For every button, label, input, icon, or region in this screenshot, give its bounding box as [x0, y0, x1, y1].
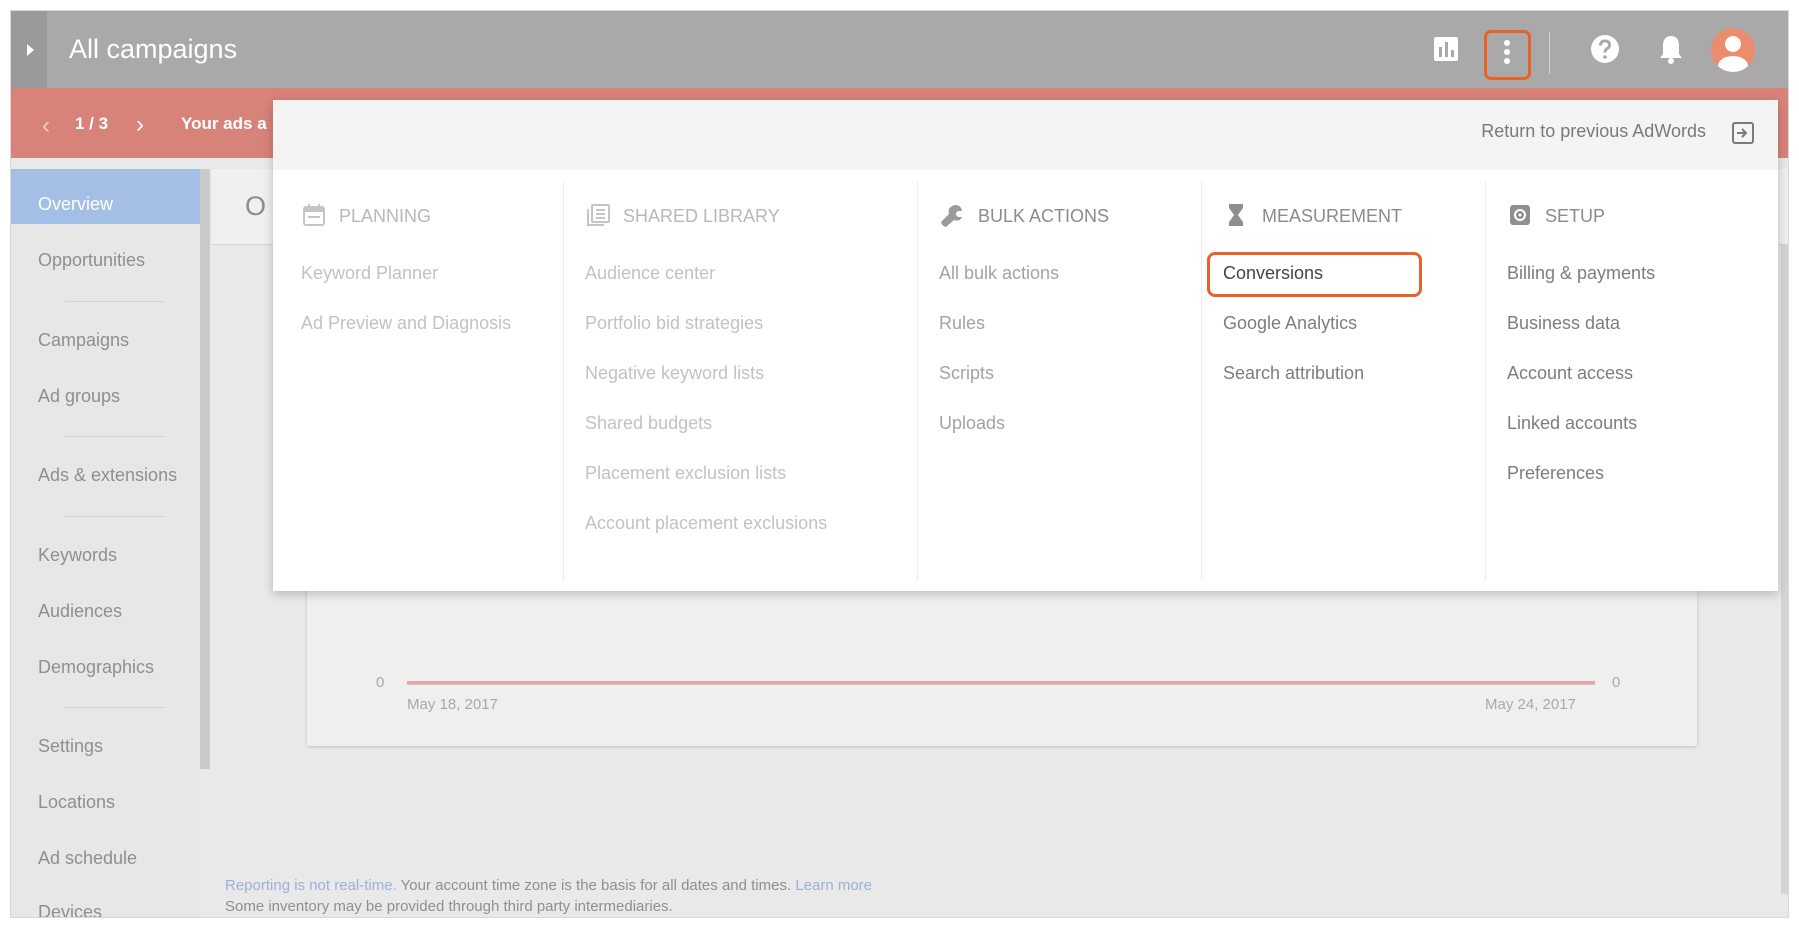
menu-item-preferences[interactable]: Preferences — [1507, 463, 1604, 484]
settings-icon — [1510, 205, 1530, 225]
menu-item-uploads[interactable]: Uploads — [939, 413, 1005, 434]
menu-column-divider — [563, 181, 564, 581]
menu-item-search-attribution[interactable]: Search attribution — [1223, 363, 1364, 384]
chart-y-right-label: 0 — [1612, 674, 1621, 691]
chevron-left-icon[interactable]: ‹ — [42, 112, 50, 140]
sidebar-divider — [65, 707, 165, 708]
chevron-right-icon[interactable]: › — [136, 111, 144, 139]
calendar-icon — [303, 204, 325, 226]
menu-item-google-analytics[interactable]: Google Analytics — [1223, 313, 1357, 334]
menu-item-negative-keyword-lists[interactable]: Negative keyword lists — [585, 363, 764, 384]
menu-item-audience-center[interactable]: Audience center — [585, 263, 715, 284]
main-scrollbar[interactable] — [1781, 244, 1788, 894]
notifications-icon[interactable] — [1654, 32, 1688, 66]
menu-item-conversions[interactable]: Conversions — [1223, 263, 1323, 284]
menu-section-bulk-actions: BULK ACTIONS — [978, 206, 1110, 226]
menu-item-portfolio-bid-strategies[interactable]: Portfolio bid strategies — [585, 313, 763, 334]
tools-menu-header: Return to previous AdWords — [273, 100, 1778, 170]
wrench-icon — [941, 205, 962, 227]
library-icon — [587, 204, 610, 226]
menu-column-divider — [1485, 181, 1486, 581]
menu-section-planning: PLANNING — [339, 206, 432, 226]
sidebar-item-ad-schedule[interactable]: Ad schedule — [38, 848, 137, 869]
sidebar-item-keywords[interactable]: Keywords — [38, 545, 117, 566]
footer-note: Reporting is not real-time. Your account… — [225, 877, 872, 894]
sidebar-item-devices[interactable]: Devices — [38, 902, 102, 917]
sidebar-divider — [65, 301, 165, 302]
expand-nav-button[interactable] — [11, 11, 47, 88]
help-icon[interactable] — [1588, 32, 1622, 66]
menu-item-account-access[interactable]: Account access — [1507, 363, 1633, 384]
menu-item-linked-accounts[interactable]: Linked accounts — [1507, 413, 1637, 434]
more-vert-icon[interactable] — [1497, 35, 1517, 69]
tools-menu: Return to previous AdWords PLANNING Keyw… — [273, 100, 1778, 591]
sidebar-item-opportunities[interactable]: Opportunities — [38, 250, 145, 271]
hourglass-icon — [1229, 204, 1243, 226]
chart-x-axis — [407, 684, 1595, 685]
menu-column-divider — [1201, 181, 1202, 581]
menu-section-setup: SETUP — [1545, 206, 1606, 226]
menu-item-ad-preview[interactable]: Ad Preview and Diagnosis — [301, 313, 511, 334]
return-to-previous-link[interactable]: Return to previous AdWords — [1481, 121, 1706, 142]
reports-icon[interactable] — [1429, 32, 1463, 66]
chart-y-left-label: 0 — [376, 674, 385, 691]
menu-section-measurement: MEASUREMENT — [1262, 206, 1403, 226]
menu-item-business-data[interactable]: Business data — [1507, 313, 1620, 334]
sidebar-scrollbar[interactable] — [200, 169, 210, 769]
sidebar-item-locations[interactable]: Locations — [38, 792, 115, 813]
alert-counter: 1 / 3 — [75, 114, 109, 133]
sidebar-item-campaigns[interactable]: Campaigns — [38, 330, 129, 351]
menu-item-all-bulk-actions[interactable]: All bulk actions — [939, 263, 1059, 284]
sidebar-item-settings[interactable]: Settings — [38, 736, 103, 757]
alert-message: Your ads a — [181, 114, 267, 133]
footer-text: Your account time zone is the basis for … — [396, 877, 796, 894]
top-bar: All campaigns — [11, 11, 1788, 88]
menu-item-account-placement-exclusions[interactable]: Account placement exclusions — [585, 513, 827, 534]
page-title: All campaigns — [69, 34, 238, 64]
learn-more-link[interactable]: Learn more — [795, 877, 872, 894]
menu-item-scripts[interactable]: Scripts — [939, 363, 994, 384]
sidebar-item-audiences[interactable]: Audiences — [38, 601, 122, 622]
sidebar-divider — [65, 436, 165, 437]
menu-section-shared-library: SHARED LIBRARY — [623, 206, 780, 226]
chevron-right-icon — [27, 44, 34, 56]
menu-item-rules[interactable]: Rules — [939, 313, 985, 334]
sidebar-divider — [65, 516, 165, 517]
menu-item-shared-budgets[interactable]: Shared budgets — [585, 413, 712, 434]
footer-disclaimer: Some inventory may be provided through t… — [225, 898, 673, 915]
sidebar-item-ads-extensions[interactable]: Ads & extensions — [38, 465, 177, 486]
menu-item-placement-exclusion-lists[interactable]: Placement exclusion lists — [585, 463, 786, 484]
main-header-title: O — [245, 191, 267, 221]
sidebar-item-ad-groups[interactable]: Ad groups — [38, 386, 120, 407]
menu-item-billing-payments[interactable]: Billing & payments — [1507, 263, 1655, 284]
menu-column-divider — [917, 181, 918, 581]
chart-x-start-label: May 18, 2017 — [407, 696, 498, 713]
chart-series-line — [407, 681, 1595, 684]
account-avatar[interactable] — [1711, 28, 1755, 72]
toolbar-divider — [1549, 32, 1550, 74]
exit-to-app-icon[interactable] — [1730, 120, 1756, 146]
sidebar-item-overview[interactable]: Overview — [38, 194, 113, 215]
chart-x-end-label: May 24, 2017 — [1485, 696, 1576, 713]
app-frame: All campaigns ‹ 1 / 3 › Your ads a Overv… — [11, 11, 1788, 917]
menu-item-keyword-planner[interactable]: Keyword Planner — [301, 263, 438, 284]
person-icon — [1718, 36, 1748, 72]
sidebar-item-demographics[interactable]: Demographics — [38, 657, 154, 678]
real-time-link[interactable]: Reporting is not real-time. — [225, 877, 397, 894]
